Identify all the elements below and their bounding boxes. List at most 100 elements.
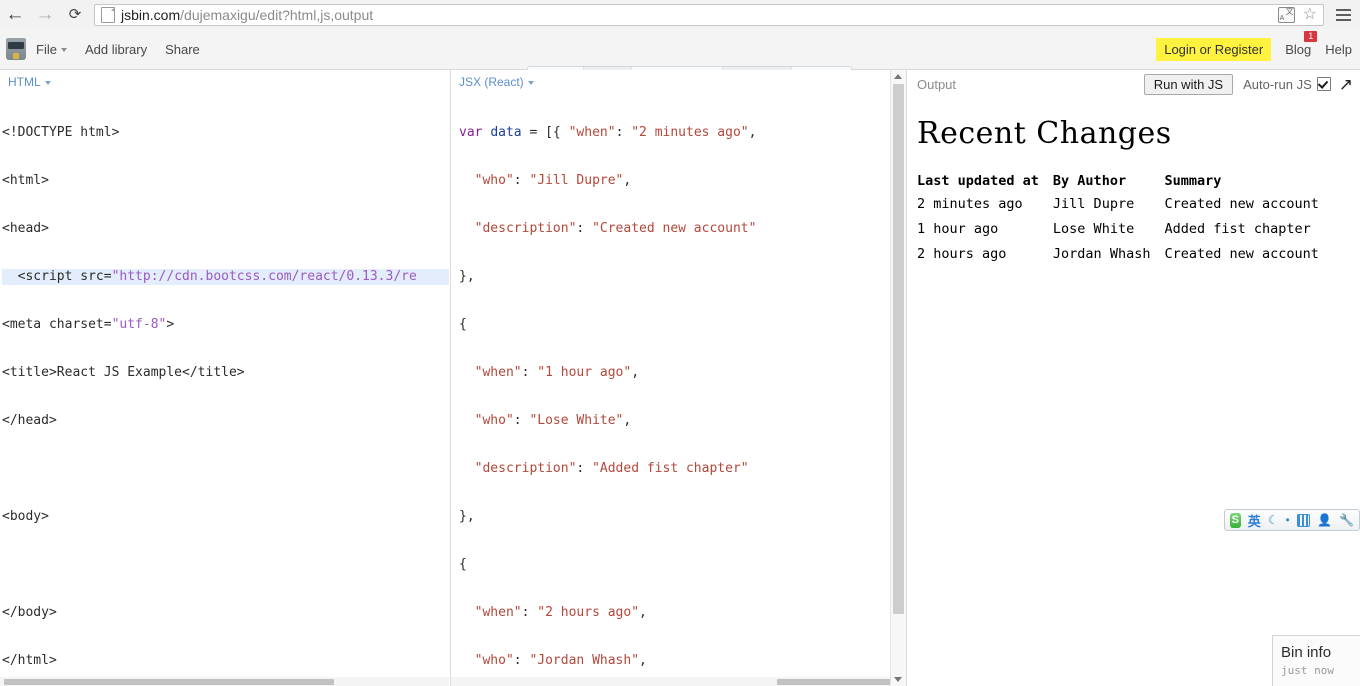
table-row: 2 hours ago Jordan Whash Created new acc… [917,243,1333,268]
auto-run-js-checkbox[interactable] [1316,77,1331,91]
bin-info-panel[interactable]: Bin info just now [1272,635,1360,686]
output-header: Output Run with JS Auto-run JS ↗ [907,70,1360,98]
menu-item-file[interactable]: File [36,42,67,57]
keyboard-icon[interactable] [1296,513,1311,527]
menu-item-add-library[interactable]: Add library [85,42,147,57]
login-or-register-button[interactable]: Login or Register [1156,37,1272,61]
code-line: <script src="http://cdn.bootcss.com/reac… [2,269,449,285]
jsbin-toolbar: File Add library Share HTML CSS JSX (Rea… [0,29,1360,91]
output-pane-label: Output [917,76,957,92]
code-line: </head> [2,413,57,428]
recent-changes-table: Last updated at By Author Summary 2 minu… [917,173,1333,268]
output-title: Recent Changes [917,116,1172,151]
dot-icon[interactable]: • [1285,513,1289,527]
blog-link[interactable]: Blog 1 [1285,30,1318,57]
jsbin-app-window: ← → ⟳ jsbin.com/dujemaxigu/edit?html,js,… [0,0,1360,686]
menu-item-share[interactable]: Share [165,42,200,57]
translate-icon[interactable] [1277,6,1295,23]
column-header-last-updated: Last updated at [917,173,1039,189]
html-editor-pane[interactable]: HTML <!DOCTYPE html> <html> <head> <scri… [0,70,449,686]
jsx-pane-label[interactable]: JSX (React) [451,70,906,93]
code-line: <html> [2,173,49,188]
scroll-up-icon[interactable] [894,74,902,79]
auto-run-js-toggle[interactable]: Auto-run JS [1243,77,1331,92]
table-row: 2 minutes ago Jill Dupre Created new acc… [917,193,1333,218]
table-row: 1 hour ago Lose White Added fist chapter [917,218,1333,243]
column-header-by-author: By Author [1052,173,1127,189]
html-horizontal-scrollbar[interactable] [0,677,449,686]
wrench-icon[interactable]: 🔧 [1339,513,1354,527]
cell-who: Jill Dupre [1052,196,1135,212]
bin-info-title: Bin info [1281,644,1332,661]
code-line: "who": "Jill Dupre", [474,173,632,188]
user-icon[interactable]: 👤 [1317,513,1332,527]
output-pane: Output Run with JS Auto-run JS ↗ Recent … [906,70,1360,686]
hamburger-menu-icon[interactable] [1330,1,1356,29]
cell-description: Added fist chapter [1164,221,1311,237]
jsbin-main-menu: File Add library Share [36,42,200,57]
cell-when: 2 minutes ago [917,196,1023,212]
forward-icon[interactable]: → [30,1,60,29]
code-line: "who": "Lose White", [474,413,632,428]
blog-link-label: Blog [1285,41,1312,57]
help-link[interactable]: Help [1325,42,1352,57]
jsx-horizontal-scrollbar[interactable] [451,677,891,686]
code-line: "description": "Added fist chapter" [474,461,749,476]
code-line: "when": "1 hour ago", [474,365,640,380]
address-bar-url: jsbin.com/dujemaxigu/edit?html,js,output [121,7,373,23]
ime-floating-toolbar[interactable]: S 英 ☾ • 👤 🔧 [1224,509,1360,531]
back-icon[interactable]: ← [0,1,30,29]
open-in-new-window-icon[interactable]: ↗ [1339,76,1353,93]
cell-who: Lose White [1052,221,1135,237]
scroll-down-icon[interactable] [894,677,902,682]
jsx-editor-pane[interactable]: JSX (React) var data = [{ "when": "2 min… [450,70,906,686]
jsx-code-content[interactable]: var data = [{ "when": "2 minutes ago", "… [451,93,906,686]
bin-info-subtitle: just now [1281,664,1334,677]
code-line: "who": "Jordan Whash", [474,653,647,668]
code-line: <head> [2,221,49,236]
cell-description: Created new account [1164,196,1319,212]
html-code-content[interactable]: <!DOCTYPE html> <html> <head> <script sr… [0,93,449,686]
column-header-summary: Summary [1164,173,1222,189]
cell-who: Jordan Whash [1052,246,1151,262]
code-line: var data = [{ "when": "2 minutes ago", [459,125,757,140]
code-line: <body> [2,509,49,524]
reload-icon[interactable]: ⟳ [60,1,90,29]
run-with-js-button[interactable]: Run with JS [1143,73,1234,95]
chevron-down-icon [60,48,67,53]
chevron-down-icon [527,80,534,85]
blog-notification-badge: 1 [1304,30,1318,42]
ime-logo-icon[interactable]: S [1230,512,1241,528]
bookmark-star-icon[interactable]: ☆ [1303,6,1317,23]
code-line: { [459,557,467,572]
page-document-icon [101,6,115,23]
output-render-frame: Recent Changes Last updated at By Author… [907,98,1360,268]
cell-when: 1 hour ago [917,221,999,237]
code-line: { [459,317,467,332]
menu-item-file-label: File [36,41,57,57]
html-pane-label[interactable]: HTML [0,70,449,93]
cell-when: 2 hours ago [917,246,1007,262]
jsbin-toolbar-right: Login or Register Blog 1 Help [1156,29,1352,69]
html-pane-label-text: HTML [8,75,41,89]
code-line: "when": "2 hours ago", [474,605,647,620]
table-header-row: Last updated at By Author Summary [917,173,1333,193]
code-line: <meta charset="utf-8"> [2,317,175,332]
scrollbar-thumb[interactable] [893,84,904,614]
chevron-down-icon [44,80,51,85]
code-line: <!DOCTYPE html> [2,125,120,140]
code-line: <title>React JS Example</title> [2,365,245,380]
cell-description: Created new account [1164,246,1319,262]
ime-language-mode-label[interactable]: 英 [1248,511,1261,530]
jsbin-bin-logo-icon[interactable] [6,38,26,60]
moon-icon[interactable]: ☾ [1268,513,1279,527]
jsx-vertical-scrollbar[interactable] [890,70,906,686]
code-line: </html> [2,653,57,668]
address-bar[interactable]: jsbin.com/dujemaxigu/edit?html,js,output… [94,3,1324,26]
browser-toolbar: ← → ⟳ jsbin.com/dujemaxigu/edit?html,js,… [0,0,1360,30]
code-line: </body> [2,605,57,620]
code-line: "description": "Created new account" [474,221,757,236]
url-path: /dujemaxigu/edit?html,js,output [180,6,374,23]
